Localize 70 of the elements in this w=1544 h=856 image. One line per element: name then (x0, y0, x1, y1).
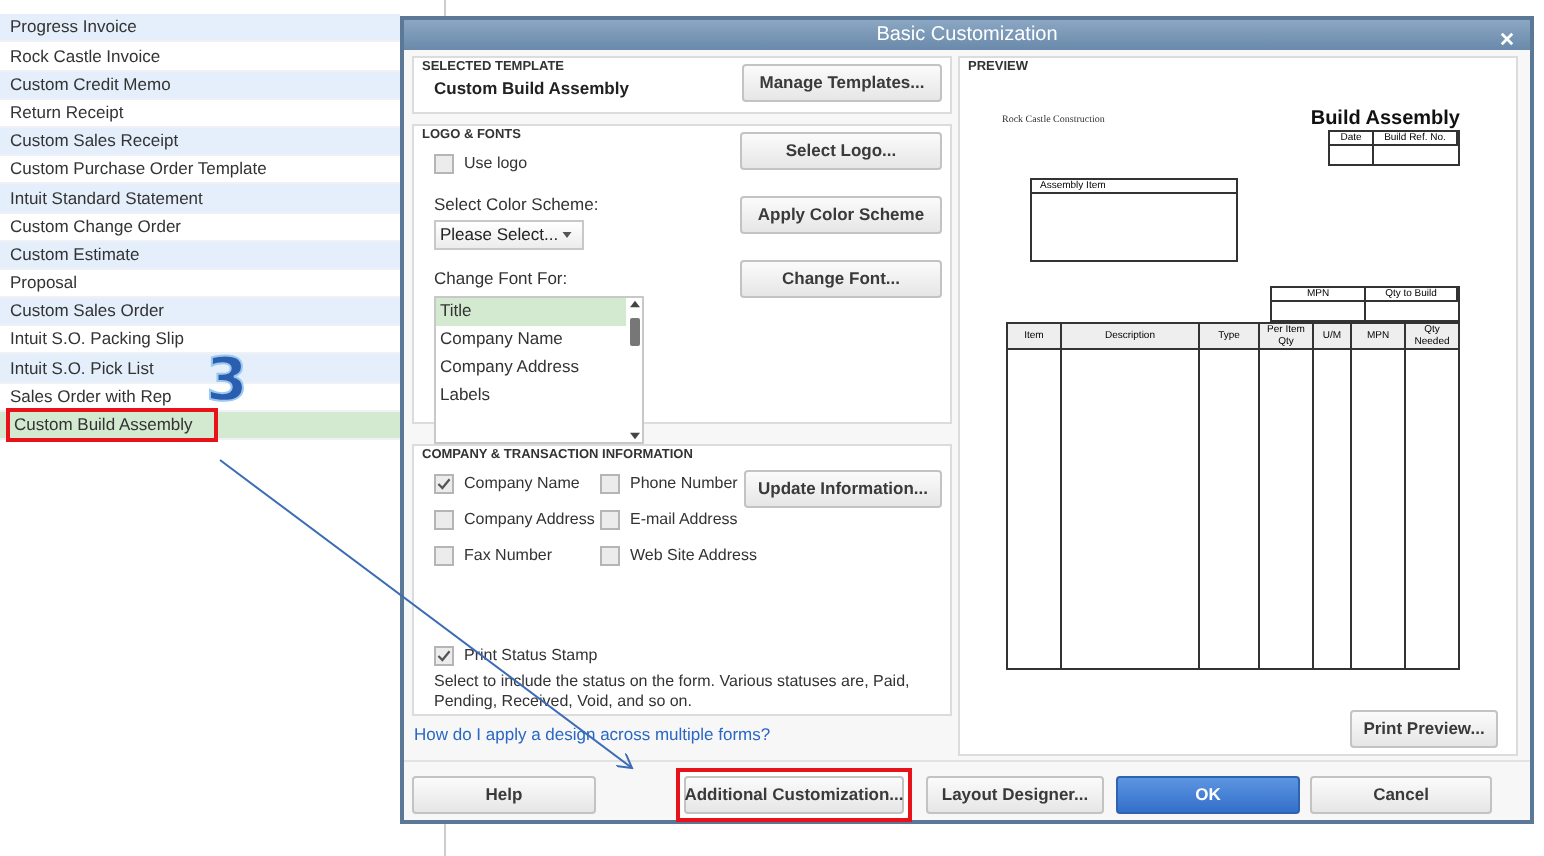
dialog-button[interactable]: Additional Customization... (676, 768, 912, 822)
field-label: Select Color Scheme: (434, 192, 601, 218)
list-item: Custom Build Assembly (14, 412, 193, 438)
checkbox[interactable] (600, 510, 620, 530)
preview-form-title: Build Assembly (1310, 108, 1460, 130)
list-item: Custom Change Order (8, 213, 182, 239)
list-item: Sales Order with Rep (8, 383, 172, 410)
scroll-thumb[interactable] (629, 317, 639, 345)
dialog-button[interactable]: Help (412, 776, 596, 814)
list-item: Proposal (8, 270, 78, 296)
dropdown-caret-icon (562, 231, 572, 238)
font-list-item[interactable]: Company Address (436, 353, 626, 381)
list-item: Return Receipt (8, 99, 124, 126)
list-item: Intuit Standard Statement (8, 185, 203, 211)
list-item: Rock Castle Invoice (8, 43, 161, 69)
font-list-item[interactable]: Title (436, 297, 626, 325)
checkbox[interactable] (434, 646, 454, 666)
manage-templates-button[interactable]: Manage Templates... (742, 64, 942, 102)
checkbox-label: Phone Number (630, 472, 738, 496)
template-name: Custom Build Assembly (434, 76, 629, 102)
apply-color-scheme-button[interactable]: Apply Color Scheme (740, 196, 942, 234)
dropdown-value: Please Select... (440, 221, 559, 248)
checkbox-label: Web Site Address (630, 544, 757, 568)
list-row[interactable]: Custom Credit Memo (0, 71, 400, 100)
list-item: Intuit S.O. Pick List (8, 355, 154, 381)
checkbox[interactable] (434, 154, 454, 174)
print-preview-button[interactable]: Print Preview... (1350, 710, 1498, 748)
checkbox-label: Company Address (464, 508, 595, 532)
list-row[interactable]: Return Receipt (0, 99, 400, 128)
list-row[interactable]: Custom Build Assembly (0, 411, 400, 440)
list-item: Progress Invoice (8, 14, 137, 41)
checkbox-label: Fax Number (464, 544, 553, 568)
dialog-button[interactable]: Layout Designer... (926, 776, 1104, 814)
checkbox[interactable] (434, 510, 454, 530)
font-list-item[interactable]: Labels (436, 381, 626, 409)
list-row[interactable]: Custom Change Order (0, 213, 400, 242)
list-row[interactable]: Intuit Standard Statement (0, 184, 400, 213)
scroll-down-arrow-icon[interactable] (629, 431, 639, 439)
checkbox[interactable] (600, 474, 620, 494)
list-item: Custom Estimate (8, 241, 140, 268)
list-item: Custom Purchase Order Template (8, 156, 267, 183)
list-item: Custom Sales Receipt (8, 128, 179, 154)
list-row[interactable]: Custom Purchase Order Template (0, 156, 400, 185)
update-information-button[interactable]: Update Information... (744, 470, 942, 508)
list-row[interactable]: Progress Invoice (0, 14, 400, 43)
list-item: Custom Credit Memo (8, 71, 171, 98)
checkbox[interactable] (600, 546, 620, 566)
list-item: Intuit S.O. Packing Slip (8, 326, 184, 353)
select-logo-button[interactable]: Select Logo... (740, 132, 942, 170)
list-row[interactable]: Custom Sales Receipt (0, 127, 400, 157)
color-scheme-dropdown[interactable]: Please Select... (434, 219, 584, 250)
scrollbar[interactable] (626, 297, 642, 441)
scroll-up-arrow-icon[interactable] (629, 299, 639, 307)
checkbox-label: Use logo (464, 152, 528, 176)
dialog-button[interactable]: Cancel (1310, 776, 1492, 814)
close-icon[interactable] (1500, 32, 1514, 46)
dialog-button[interactable]: OK (1116, 776, 1300, 814)
font-list-item[interactable]: Company Name (436, 325, 626, 353)
list-row[interactable]: Proposal (0, 269, 400, 299)
checkbox[interactable] (434, 546, 454, 566)
list-row[interactable]: Custom Estimate (0, 241, 400, 270)
change-font-button[interactable]: Change Font... (740, 260, 942, 298)
list-row[interactable]: Custom Sales Order (0, 298, 400, 327)
field-label: Change Font For: (434, 265, 570, 291)
window-title: Basic Customization (876, 22, 1058, 50)
list-item: Custom Sales Order (8, 298, 164, 325)
checkbox[interactable] (434, 474, 454, 494)
checkbox-label: E-mail Address (630, 508, 738, 532)
list-row[interactable]: Intuit S.O. Packing Slip (0, 326, 400, 355)
checkbox-label: Company Name (464, 472, 580, 496)
